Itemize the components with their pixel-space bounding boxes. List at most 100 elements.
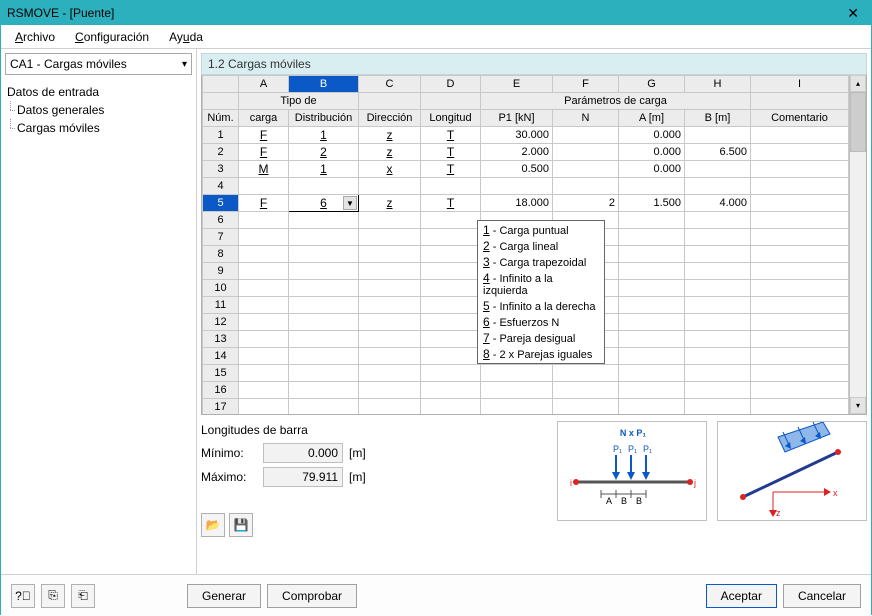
cell-distribucion[interactable] (289, 178, 359, 195)
tree-cargas-moviles[interactable]: Cargas móviles (5, 119, 192, 137)
cell-empty[interactable] (685, 382, 751, 399)
cell-empty[interactable] (751, 314, 849, 331)
cell-empty[interactable] (289, 297, 359, 314)
cell-empty[interactable] (289, 246, 359, 263)
row-header[interactable]: 14 (203, 348, 239, 365)
cell-empty[interactable] (685, 348, 751, 365)
row-header[interactable]: 8 (203, 246, 239, 263)
cell-empty[interactable] (751, 280, 849, 297)
cell-empty[interactable] (359, 246, 421, 263)
cell-empty[interactable] (421, 263, 481, 280)
cell-empty[interactable] (619, 280, 685, 297)
row-header[interactable]: 10 (203, 280, 239, 297)
cell-distribucion[interactable]: 2 (289, 144, 359, 161)
scroll-down-icon[interactable]: ▾ (850, 397, 866, 414)
cell-a[interactable]: 0.000 (619, 144, 685, 161)
cell-empty[interactable] (751, 212, 849, 229)
cell-p1[interactable]: 0.500 (481, 161, 553, 178)
cell-a[interactable]: 0.000 (619, 161, 685, 178)
cell-comentario[interactable] (751, 178, 849, 195)
cell-empty[interactable] (751, 246, 849, 263)
cell-empty[interactable] (619, 365, 685, 382)
cell-empty[interactable] (619, 246, 685, 263)
cell-direccion[interactable]: x (359, 161, 421, 178)
cell-empty[interactable] (751, 382, 849, 399)
cell-direccion[interactable] (359, 178, 421, 195)
cell-longitud[interactable]: T (421, 161, 481, 178)
cell-empty[interactable] (619, 382, 685, 399)
cell-empty[interactable] (421, 229, 481, 246)
cell-empty[interactable] (685, 280, 751, 297)
menu-configuracion[interactable]: Configuración (65, 27, 159, 47)
cell-longitud[interactable]: T (421, 195, 481, 212)
row-header[interactable]: 1 (203, 127, 239, 144)
cell-empty[interactable] (619, 297, 685, 314)
cell-empty[interactable] (289, 212, 359, 229)
cell-carga[interactable]: F (239, 195, 289, 212)
dropdown-item[interactable]: 7 - Pareja desigual (479, 330, 603, 346)
dropdown-arrow-icon[interactable]: ▼ (343, 196, 357, 210)
distribution-dropdown[interactable]: 1 - Carga puntual2 - Carga lineal3 - Car… (477, 220, 605, 364)
cell-b[interactable] (685, 178, 751, 195)
cell-empty[interactable] (481, 382, 553, 399)
cell-empty[interactable] (619, 263, 685, 280)
cell-carga[interactable]: F (239, 127, 289, 144)
row-header[interactable]: 6 (203, 212, 239, 229)
col-H[interactable]: H (685, 76, 751, 93)
cell-empty[interactable] (685, 365, 751, 382)
cell-n[interactable] (553, 127, 619, 144)
cell-empty[interactable] (239, 212, 289, 229)
cell-empty[interactable] (421, 382, 481, 399)
cell-empty[interactable] (751, 229, 849, 246)
cell-p1[interactable] (481, 178, 553, 195)
row-header[interactable]: 7 (203, 229, 239, 246)
cell-empty[interactable] (239, 297, 289, 314)
row-header[interactable]: 17 (203, 399, 239, 415)
cell-comentario[interactable] (751, 144, 849, 161)
cell-a[interactable]: 1.500 (619, 195, 685, 212)
cell-empty[interactable] (289, 382, 359, 399)
dropdown-item[interactable]: 6 - Esfuerzos N (479, 314, 603, 330)
cell-b[interactable] (685, 127, 751, 144)
cell-empty[interactable] (751, 331, 849, 348)
cell-empty[interactable] (751, 348, 849, 365)
cell-empty[interactable] (619, 348, 685, 365)
cell-empty[interactable] (751, 263, 849, 280)
cell-n[interactable] (553, 144, 619, 161)
cell-n[interactable]: 2 (553, 195, 619, 212)
cell-empty[interactable] (421, 212, 481, 229)
cell-distribucion[interactable]: 1 (289, 161, 359, 178)
col-B[interactable]: B (289, 76, 359, 93)
cell-empty[interactable] (619, 399, 685, 415)
col-G[interactable]: G (619, 76, 685, 93)
row-header[interactable]: 2 (203, 144, 239, 161)
cell-empty[interactable] (289, 229, 359, 246)
close-icon[interactable]: ✕ (841, 5, 865, 22)
scroll-thumb[interactable] (850, 92, 866, 152)
cell-empty[interactable] (289, 314, 359, 331)
cell-empty[interactable] (553, 365, 619, 382)
dropdown-item[interactable]: 4 - Infinito a la izquierda (479, 270, 603, 298)
row-header[interactable]: 9 (203, 263, 239, 280)
cell-empty[interactable] (553, 382, 619, 399)
cell-empty[interactable] (239, 382, 289, 399)
col-D[interactable]: D (421, 76, 481, 93)
cell-empty[interactable] (289, 399, 359, 415)
cell-empty[interactable] (421, 331, 481, 348)
generar-button[interactable]: Generar (187, 584, 261, 608)
cell-empty[interactable] (359, 331, 421, 348)
cell-n[interactable] (553, 178, 619, 195)
cell-empty[interactable] (619, 314, 685, 331)
row-header[interactable]: 16 (203, 382, 239, 399)
cell-empty[interactable] (239, 314, 289, 331)
cell-empty[interactable] (751, 399, 849, 415)
cell-empty[interactable] (359, 263, 421, 280)
cell-empty[interactable] (239, 263, 289, 280)
cell-empty[interactable] (359, 297, 421, 314)
row-header[interactable]: 5 (203, 195, 239, 212)
col-I[interactable]: I (751, 76, 849, 93)
cell-empty[interactable] (619, 212, 685, 229)
vertical-scrollbar[interactable]: ▴ ▾ (849, 75, 866, 414)
cell-longitud[interactable]: T (421, 127, 481, 144)
tree-root[interactable]: Datos de entrada (5, 83, 192, 101)
